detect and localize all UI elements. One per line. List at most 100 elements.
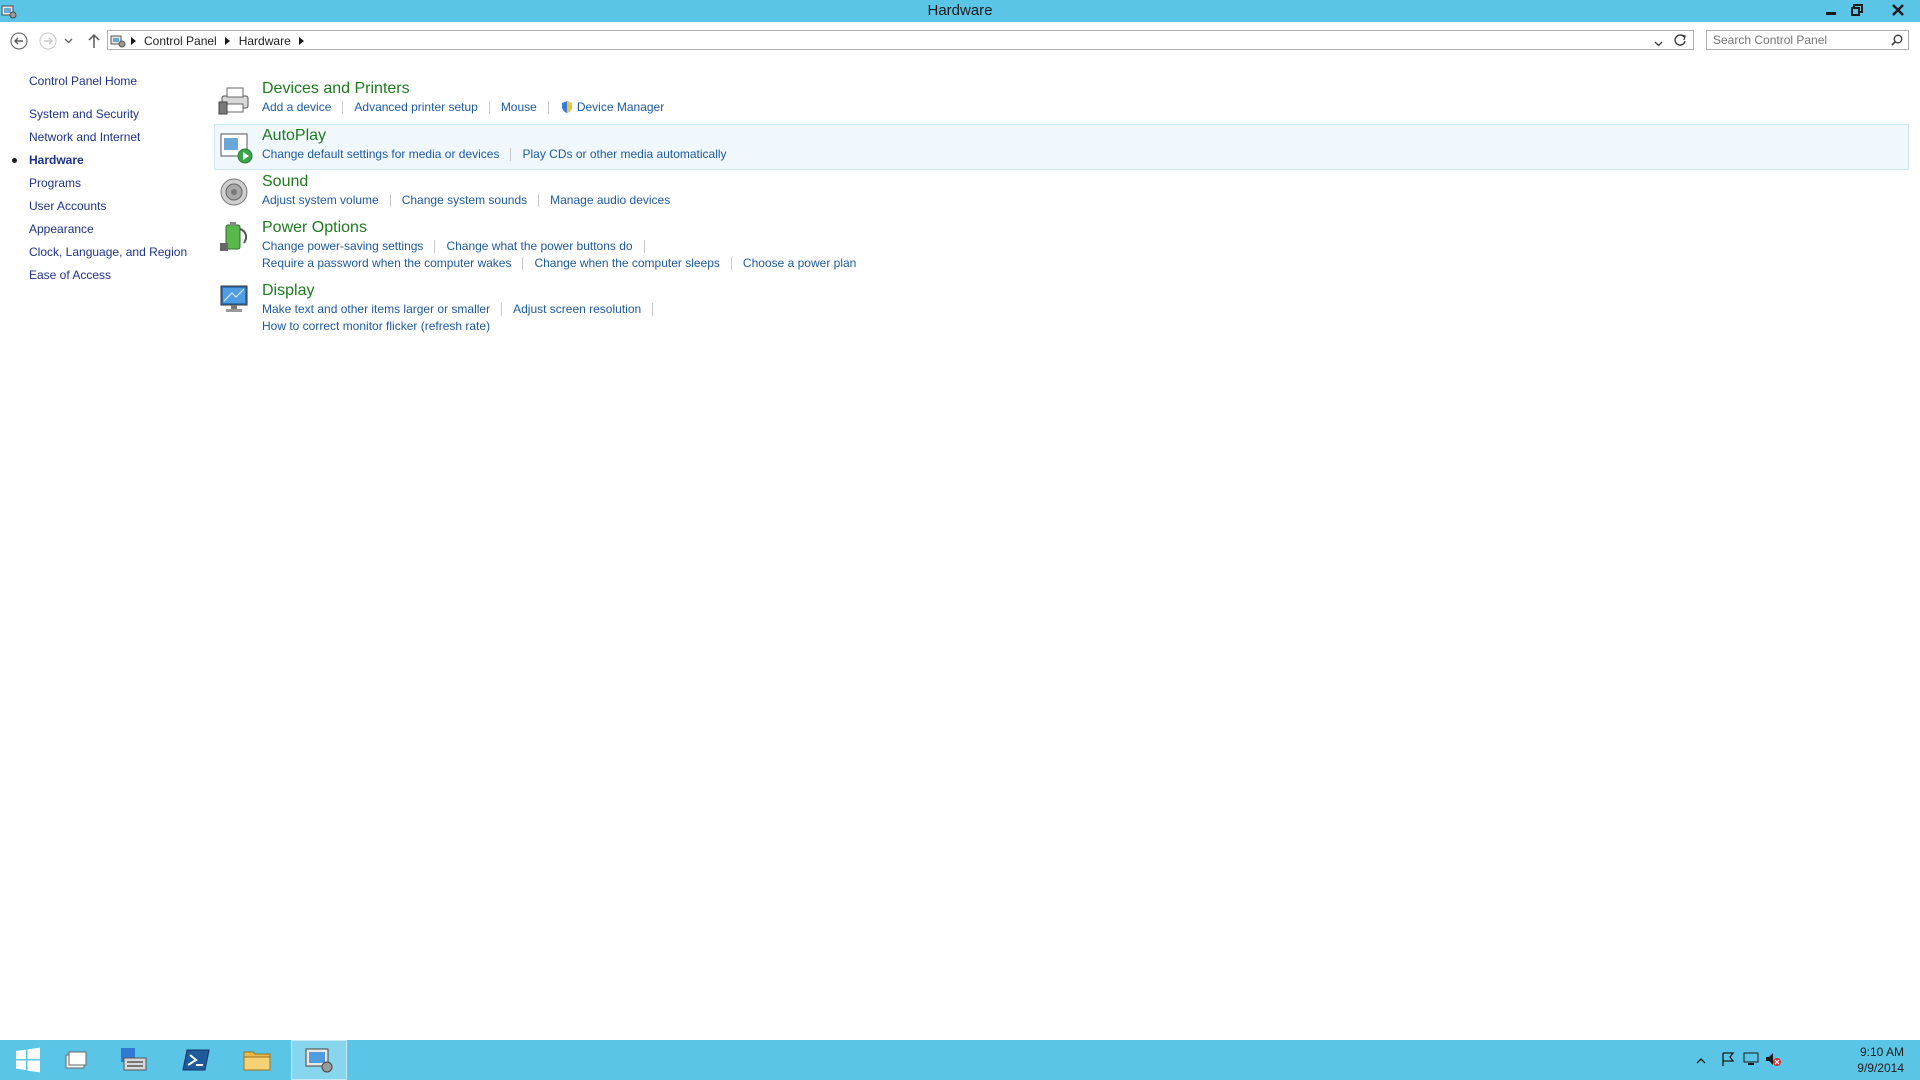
taskbar: 9:10 AM 9/9/2014 bbox=[0, 1040, 1920, 1080]
refresh-icon bbox=[1674, 34, 1686, 46]
window-title: Hardware bbox=[927, 2, 993, 19]
manage-audio-devices-link[interactable]: Manage audio devices bbox=[550, 193, 670, 207]
battery-icon bbox=[220, 222, 248, 251]
back-arrow-icon bbox=[10, 32, 28, 50]
clock-date: 9/9/2014 bbox=[1857, 1061, 1904, 1075]
up-arrow-icon bbox=[88, 33, 100, 48]
clock[interactable]: 9:10 AM 9/9/2014 bbox=[1857, 1044, 1904, 1076]
chevron-up-icon bbox=[1696, 1058, 1706, 1064]
nav-ease-of-access[interactable]: Ease of Access bbox=[29, 268, 111, 282]
nav-system-and-security[interactable]: System and Security bbox=[29, 107, 139, 121]
sound-links: Adjust system volume Change system sound… bbox=[262, 193, 670, 207]
chevron-down-icon bbox=[64, 38, 72, 44]
nav-control-panel-home[interactable]: Control Panel Home bbox=[29, 74, 137, 88]
autoplay-links: Change default settings for media or dev… bbox=[262, 147, 727, 161]
search-icon[interactable] bbox=[1891, 34, 1903, 46]
advanced-printer-setup-link[interactable]: Advanced printer setup bbox=[354, 100, 477, 114]
address-bar[interactable]: Control Panel Hardware bbox=[107, 30, 1694, 50]
clock-time: 9:10 AM bbox=[1859, 1045, 1904, 1059]
make-text-larger-link[interactable]: Make text and other items larger or smal… bbox=[262, 302, 490, 316]
category-power-options: Power Options Change power-saving settin… bbox=[214, 217, 1909, 277]
monitor-icon bbox=[220, 285, 248, 312]
breadcrumb: Control Panel Hardware bbox=[110, 33, 309, 49]
recent-locations-button[interactable] bbox=[61, 30, 75, 52]
breadcrumb-hardware[interactable]: Hardware bbox=[235, 34, 295, 48]
devices-and-printers-links: Add a device Advanced printer setup Mous… bbox=[262, 100, 664, 114]
restore-icon bbox=[1851, 4, 1863, 16]
nav-network-and-internet[interactable]: Network and Internet bbox=[29, 130, 140, 144]
restore-button[interactable] bbox=[1844, 0, 1870, 20]
nav-clock-language-region[interactable]: Clock, Language, and Region bbox=[29, 245, 187, 259]
change-power-buttons-link[interactable]: Change what the power buttons do bbox=[446, 239, 632, 253]
change-system-sounds-link[interactable]: Change system sounds bbox=[402, 193, 527, 207]
display-heading[interactable]: Display bbox=[262, 282, 314, 300]
search-box[interactable] bbox=[1706, 30, 1909, 50]
action-center-icon[interactable] bbox=[1720, 1051, 1736, 1070]
address-dropdown-button[interactable] bbox=[1654, 36, 1663, 50]
correct-monitor-flicker-link[interactable]: How to correct monitor flicker (refresh … bbox=[262, 319, 490, 333]
minimize-icon bbox=[1826, 12, 1836, 15]
close-button[interactable] bbox=[1881, 0, 1915, 20]
printer-icon bbox=[218, 87, 249, 115]
breadcrumb-control-panel[interactable]: Control Panel bbox=[140, 34, 221, 48]
taskbar-server-manager-button[interactable] bbox=[106, 1040, 162, 1080]
show-hidden-icons-button[interactable] bbox=[1696, 1053, 1706, 1067]
navigation-bar: Control Panel Hardware bbox=[0, 26, 1920, 54]
chevron-down-icon bbox=[1654, 41, 1663, 47]
title-bar: Hardware bbox=[0, 0, 1920, 22]
adjust-system-volume-link[interactable]: Adjust system volume bbox=[262, 193, 379, 207]
add-a-device-link[interactable]: Add a device bbox=[262, 100, 331, 114]
play-cds-automatically-link[interactable]: Play CDs or other media automatically bbox=[522, 147, 726, 161]
breadcrumb-separator-icon[interactable] bbox=[221, 37, 235, 45]
display-links-row2: How to correct monitor flicker (refresh … bbox=[262, 319, 490, 333]
power-options-links-row1: Change power-saving settings Change what… bbox=[262, 239, 656, 253]
breadcrumb-separator-icon[interactable] bbox=[295, 37, 309, 45]
nav-hardware[interactable]: Hardware bbox=[29, 153, 84, 167]
adjust-screen-resolution-link[interactable]: Adjust screen resolution bbox=[513, 302, 641, 316]
close-icon bbox=[1892, 4, 1904, 16]
speaker-icon bbox=[220, 178, 248, 206]
up-button[interactable] bbox=[83, 30, 105, 52]
require-password-on-wake-link[interactable]: Require a password when the computer wak… bbox=[262, 256, 511, 270]
current-page-bullet bbox=[12, 158, 17, 163]
autoplay-icon bbox=[220, 133, 253, 164]
devices-and-printers-heading[interactable]: Devices and Printers bbox=[262, 80, 410, 98]
nav-appearance[interactable]: Appearance bbox=[29, 222, 94, 236]
refresh-button[interactable] bbox=[1673, 33, 1687, 50]
shield-icon bbox=[561, 101, 572, 113]
power-options-heading[interactable]: Power Options bbox=[262, 219, 367, 237]
category-display: Display Make text and other items larger… bbox=[214, 280, 1909, 340]
notification-area: 9:10 AM 9/9/2014 bbox=[1620, 1040, 1920, 1080]
search-input[interactable] bbox=[1713, 32, 1883, 48]
taskbar-powershell-button[interactable] bbox=[168, 1040, 224, 1080]
sound-heading[interactable]: Sound bbox=[262, 173, 308, 191]
forward-button[interactable] bbox=[37, 30, 59, 52]
control-panel-icon bbox=[305, 1048, 333, 1073]
taskbar-desktop-button[interactable] bbox=[48, 1040, 104, 1080]
forward-arrow-icon bbox=[39, 32, 57, 50]
back-button[interactable] bbox=[8, 30, 30, 52]
change-when-computer-sleeps-link[interactable]: Change when the computer sleeps bbox=[534, 256, 719, 270]
change-power-saving-settings-link[interactable]: Change power-saving settings bbox=[262, 239, 423, 253]
change-default-media-settings-link[interactable]: Change default settings for media or dev… bbox=[262, 147, 499, 161]
choose-power-plan-link[interactable]: Choose a power plan bbox=[743, 256, 856, 270]
nav-programs[interactable]: Programs bbox=[29, 176, 81, 190]
taskbar-control-panel-button[interactable] bbox=[291, 1040, 347, 1080]
network-icon[interactable] bbox=[1742, 1051, 1760, 1070]
breadcrumb-separator-icon[interactable] bbox=[126, 37, 140, 45]
folder-icon bbox=[243, 1051, 271, 1071]
category-sound: Sound Adjust system volume Change system… bbox=[214, 171, 1909, 215]
window-icon bbox=[65, 1051, 87, 1069]
minimize-button[interactable] bbox=[1818, 0, 1844, 20]
mouse-link[interactable]: Mouse bbox=[501, 100, 537, 114]
category-autoplay: AutoPlay Change default settings for med… bbox=[214, 124, 1909, 170]
server-manager-icon bbox=[121, 1048, 147, 1071]
display-links-row1: Make text and other items larger or smal… bbox=[262, 302, 664, 316]
nav-user-accounts[interactable]: User Accounts bbox=[29, 199, 106, 213]
autoplay-heading[interactable]: AutoPlay bbox=[262, 127, 326, 145]
device-manager-link[interactable]: Device Manager bbox=[577, 100, 664, 114]
powershell-icon bbox=[182, 1049, 210, 1071]
taskbar-file-explorer-button[interactable] bbox=[229, 1040, 285, 1080]
volume-muted-icon[interactable] bbox=[1764, 1051, 1782, 1070]
category-devices-and-printers: Devices and Printers Add a device Advanc… bbox=[214, 78, 1909, 122]
